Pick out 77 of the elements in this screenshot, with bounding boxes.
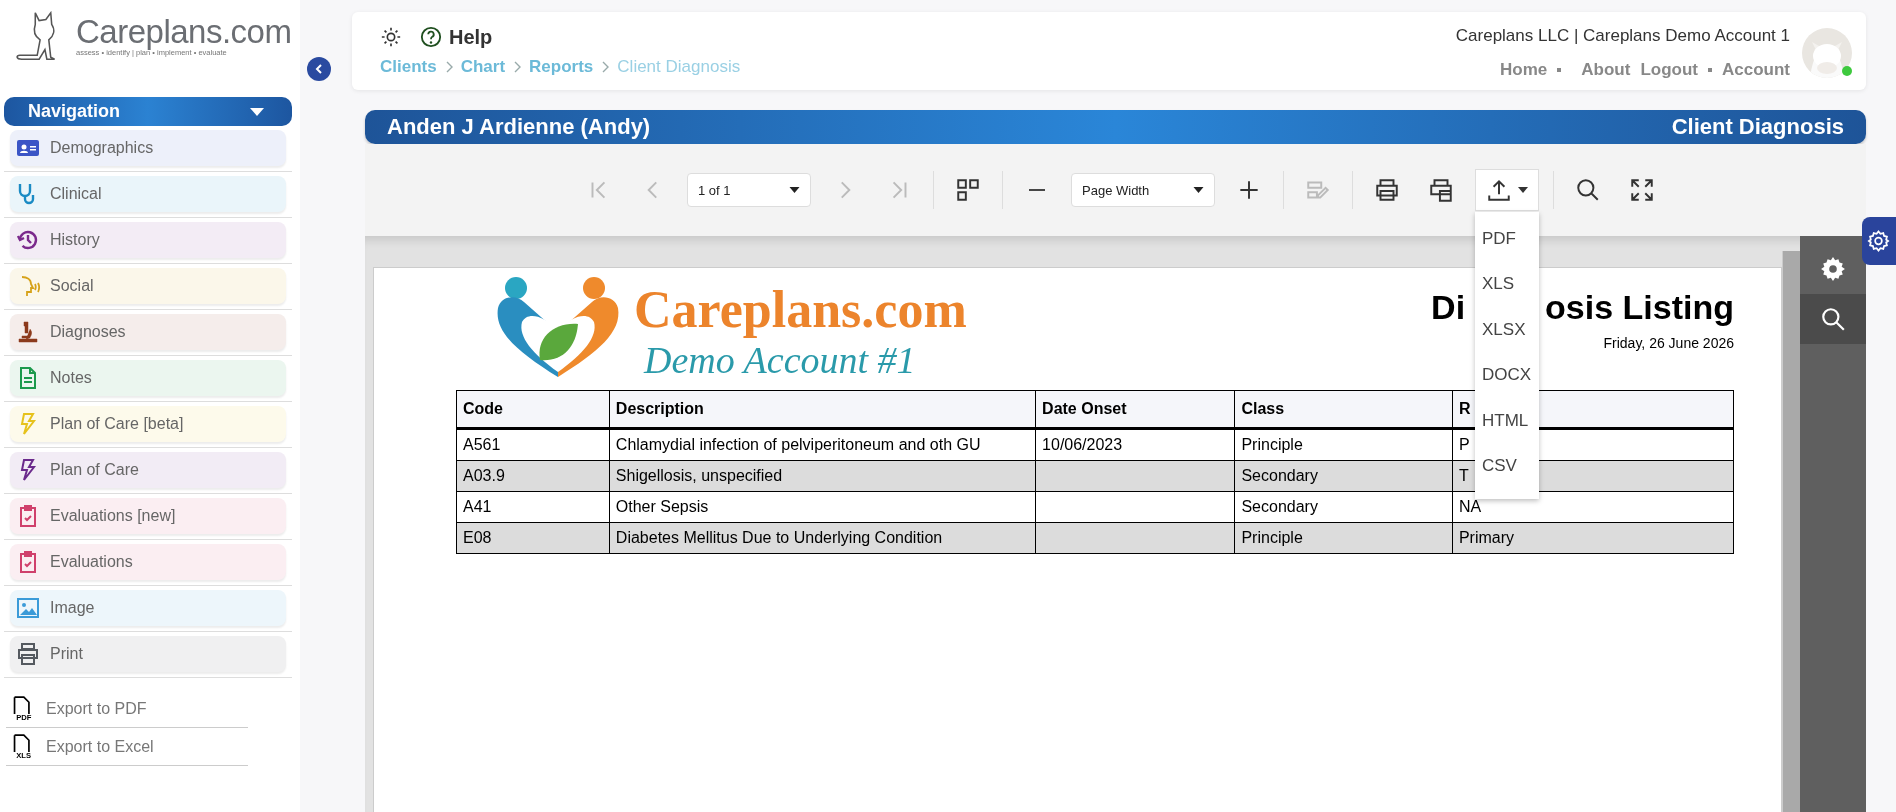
report-title: osis Listing	[1545, 288, 1734, 327]
search-icon	[1820, 306, 1846, 332]
navigation-header[interactable]: Navigation	[4, 97, 292, 126]
caret-icon	[1193, 187, 1204, 193]
menu-item[interactable]: PDF	[1475, 216, 1539, 262]
print-page-icon	[1428, 177, 1454, 203]
nav-item[interactable]: Image	[10, 590, 286, 626]
nav-item[interactable]: Plan of Care	[10, 452, 286, 488]
header-link[interactable]: About	[1581, 60, 1631, 80]
table-cell: 10/06/2023	[1035, 428, 1235, 461]
nav-item[interactable]: Print	[10, 636, 286, 672]
table-cell: NA	[1452, 491, 1734, 523]
caret-icon	[789, 187, 800, 193]
help-icon	[420, 26, 442, 48]
dropdown-field[interactable]: Page Width	[1071, 173, 1215, 207]
nav-item[interactable]: Plan of Care [beta]	[10, 406, 286, 442]
export-link[interactable]: XLS Export to Excel	[6, 728, 248, 766]
print-icon	[1374, 177, 1400, 203]
table-cell: Diabetes Mellitus Due to Underlying Condition	[609, 522, 1036, 554]
chevron-left-icon	[314, 64, 324, 74]
column-header: Class	[1234, 390, 1453, 429]
report-logo-subtitle: Demo Account #1	[644, 338, 917, 382]
table-cell: E08	[456, 522, 610, 554]
fullscreen-icon	[1629, 177, 1655, 203]
header-link[interactable]: Home	[1500, 60, 1548, 80]
caret-icon	[1518, 187, 1528, 193]
nav-item[interactable]: Social	[10, 268, 286, 304]
table-cell: Chlamydial infection of pelviperitoneum and oth GU	[609, 428, 1036, 461]
nav-item[interactable]: History	[10, 222, 286, 258]
upload-icon	[1486, 177, 1512, 203]
settings-tab-button[interactable]	[1862, 217, 1896, 265]
client-name: Anden J Ardienne (Andy)	[387, 114, 651, 140]
collapse-sidebar-button[interactable]	[307, 57, 331, 81]
caret-icon	[250, 107, 264, 116]
chevron-icon	[513, 60, 522, 73]
table-cell: Other Sepsis	[609, 491, 1036, 523]
export-link[interactable]: PDF Export to PDF	[6, 690, 248, 728]
chevron-icon	[601, 60, 610, 73]
dropdown-field[interactable]: 1 of 1	[687, 173, 811, 207]
help-link[interactable]: Help	[420, 25, 493, 49]
settings-icon	[1820, 256, 1846, 282]
settings-icon	[1867, 229, 1890, 253]
table-cell: A03.9	[456, 460, 610, 492]
nav-item[interactable]: Evaluations	[10, 544, 286, 580]
table-cell: Primary	[1452, 522, 1734, 554]
brand-name: Careplans.com	[76, 15, 292, 48]
nav-item[interactable]: Notes	[10, 360, 286, 396]
scrollbar[interactable]	[1782, 251, 1800, 812]
search-icon	[1575, 177, 1601, 203]
report-name: Client Diagnosis	[1671, 114, 1844, 140]
nav-item[interactable]: Evaluations [new]	[10, 498, 286, 534]
menu-item[interactable]: XLS	[1475, 261, 1539, 307]
brightness-icon[interactable]	[380, 26, 402, 48]
table-cell: A561	[456, 428, 610, 461]
chevron-icon	[444, 60, 453, 73]
export-button[interactable]	[1475, 169, 1539, 211]
table-cell: A41	[456, 491, 610, 523]
account-name: Careplans LLC | Careplans Demo Account 1	[1455, 26, 1790, 46]
report-logo-name: Careplans.com	[634, 283, 967, 338]
nav-item[interactable]: Clinical	[10, 176, 286, 212]
table-cell: Secondary	[1234, 460, 1453, 492]
column-header: Description	[609, 390, 1036, 429]
header-link[interactable]: Account	[1722, 60, 1790, 80]
menu-item[interactable]: XLSX	[1475, 307, 1539, 353]
column-header: Date Onset	[1035, 390, 1235, 429]
header-link[interactable]: Logout	[1640, 60, 1698, 80]
table-cell: Principle	[1234, 428, 1453, 461]
report-date: Friday, 26 June 2026	[1603, 335, 1734, 351]
table-cell: Principle	[1234, 522, 1453, 554]
table-cell: Secondary	[1234, 491, 1453, 523]
table-cell: Shigellosis, unspecified	[609, 460, 1036, 492]
column-header: Code	[456, 390, 610, 429]
nav-item[interactable]: Demographics	[10, 130, 286, 166]
multi-page-icon	[955, 177, 981, 203]
search-button[interactable]	[1800, 294, 1866, 344]
report-title: Di	[1431, 288, 1466, 327]
nav-item[interactable]: Diagnoses	[10, 314, 286, 350]
